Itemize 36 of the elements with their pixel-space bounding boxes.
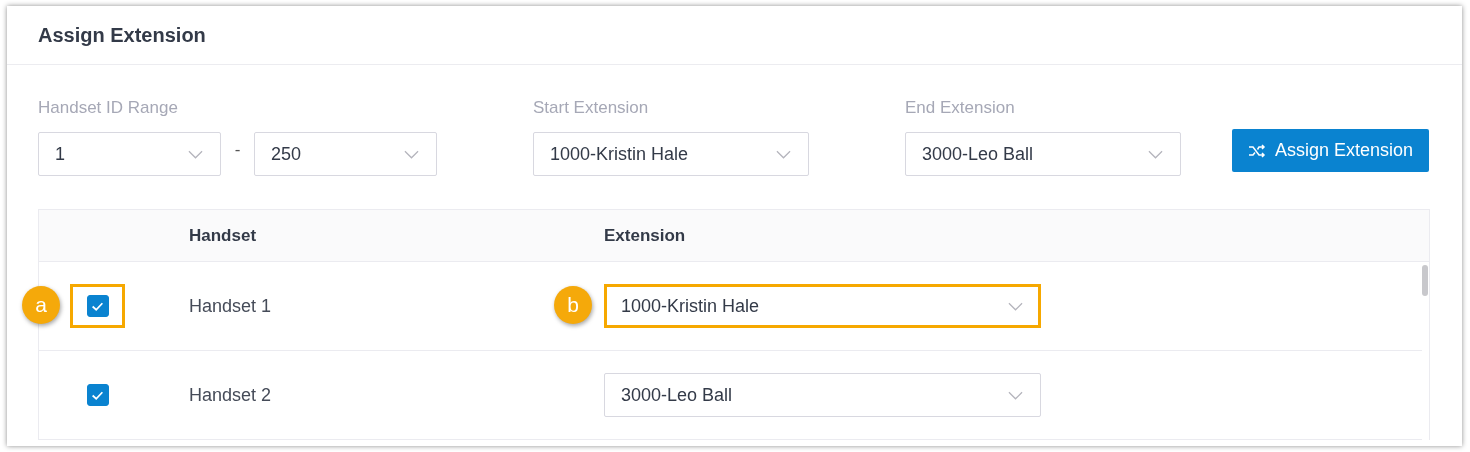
table-cell: Handset 1: [189, 295, 272, 316]
panel-title: Assign Extension: [38, 23, 206, 47]
dropdown-value: 3000-Leo Ball: [922, 143, 1034, 165]
field-label: End Extension: [905, 98, 1016, 118]
dropdown-field[interactable]: 1000-Kristin Hale: [533, 132, 809, 176]
checkbox[interactable]: [86, 384, 109, 406]
column-header: Extension: [604, 225, 687, 246]
dropdown-value: 1: [55, 143, 65, 165]
checkbox[interactable]: [86, 295, 109, 317]
shuffle-icon: [1247, 143, 1266, 158]
callout-badge: a: [22, 286, 60, 324]
table-cell: Handset 2: [189, 384, 272, 405]
dropdown-value: 3000-Leo Ball: [621, 384, 733, 406]
chevron-down-icon: [188, 149, 203, 159]
assign-extension-button[interactable]: Assign Extension: [1232, 129, 1429, 172]
range-separator: -: [233, 140, 242, 160]
dropdown-field[interactable]: 1000-Kristin Hale: [604, 284, 1041, 328]
scrollbar-thumb[interactable]: [1422, 265, 1428, 296]
dropdown-field[interactable]: 3000-Leo Ball: [905, 132, 1181, 176]
dropdown-value: 250: [271, 143, 302, 165]
dropdown-field[interactable]: 1: [38, 132, 221, 176]
chevron-down-icon: [776, 149, 791, 159]
chevron-down-icon: [1008, 301, 1023, 311]
callout-badge: b: [554, 286, 592, 324]
chevron-down-icon: [1008, 390, 1023, 400]
check-icon: [91, 389, 104, 401]
field-label: Start Extension: [533, 98, 650, 118]
chevron-down-icon: [1148, 149, 1163, 159]
column-header: Handset: [189, 225, 258, 246]
field-label: Handset ID Range: [38, 98, 179, 118]
dropdown-field[interactable]: 3000-Leo Ball: [604, 373, 1041, 417]
dropdown-field[interactable]: 250: [254, 132, 437, 176]
dropdown-value: 1000-Kristin Hale: [550, 143, 689, 165]
chevron-down-icon: [404, 149, 419, 159]
check-icon: [91, 300, 104, 312]
dropdown-value: 1000-Kristin Hale: [621, 295, 760, 317]
